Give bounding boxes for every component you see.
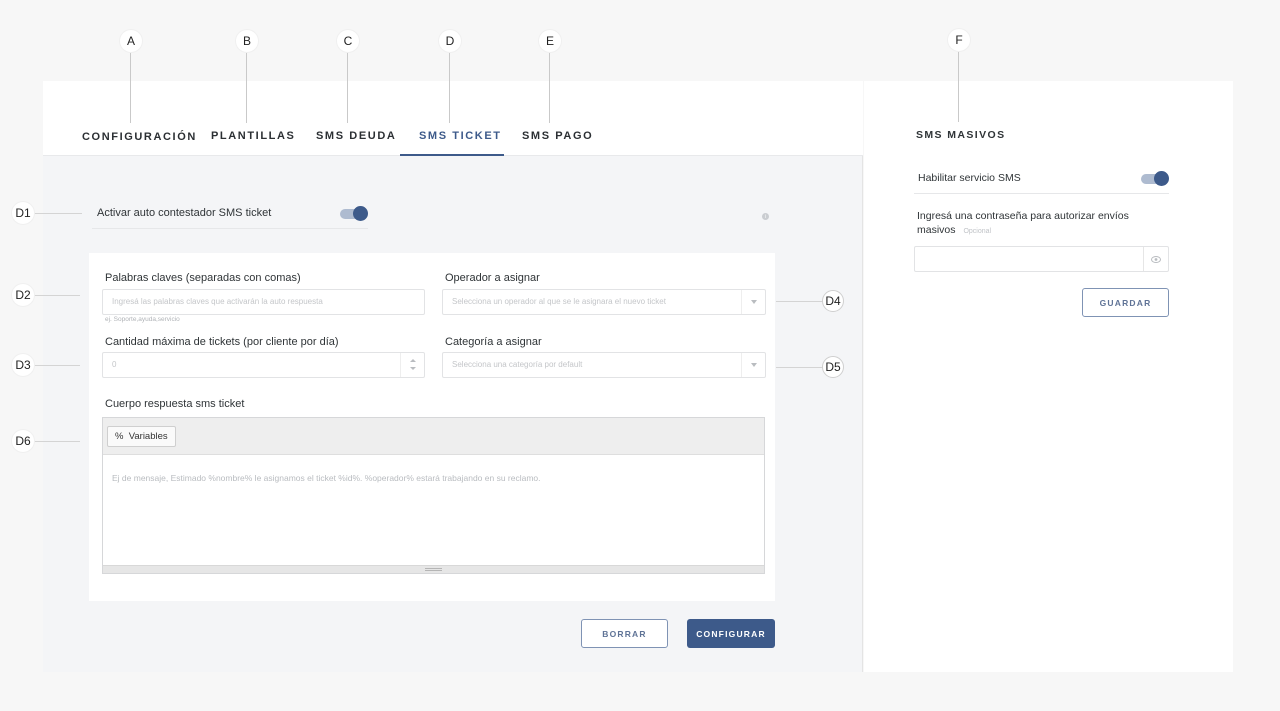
tab-sms-deuda[interactable]: SMS DEUDA	[316, 130, 396, 156]
tab-plantillas[interactable]: PLANTILLAS	[211, 130, 295, 156]
enable-sms-label: Habilitar servicio SMS	[918, 172, 1021, 184]
marker-d2-line	[34, 295, 80, 296]
auto-reply-toggle-knob	[353, 206, 368, 221]
tab-configuracion[interactable]: CONFIGURACIÓN	[82, 131, 197, 156]
keywords-label: Palabras claves (separadas con comas)	[105, 272, 301, 284]
max-tickets-label: Cantidad máxima de tickets (por cliente …	[105, 336, 339, 348]
marker-d3: D3	[12, 354, 34, 376]
mass-sms-card: SMS MASIVOS Habilitar servicio SMS Ingre…	[864, 81, 1233, 672]
password-input[interactable]	[914, 246, 1169, 272]
password-label: Ingresá una contraseña para autorizar en…	[917, 209, 1157, 239]
max-tickets-value: 0	[112, 360, 117, 369]
info-icon[interactable]: i	[762, 213, 769, 220]
marker-d5: D5	[822, 356, 844, 378]
marker-d6: D6	[12, 430, 34, 452]
marker-d4: D4	[822, 290, 844, 312]
chevron-down-icon	[750, 300, 757, 304]
marker-f-line	[958, 52, 959, 122]
variables-button-label: Variables	[128, 431, 168, 442]
optional-tag: Opcional	[963, 228, 992, 235]
category-select-placeholder: Selecciona una categoría por default	[452, 360, 583, 369]
marker-d6-line	[34, 441, 80, 442]
max-tickets-stepper[interactable]	[400, 353, 424, 377]
keywords-input[interactable]: Ingresá las palabras claves que activará…	[102, 289, 425, 315]
marker-e-line	[549, 53, 550, 123]
enable-sms-toggle-knob	[1154, 171, 1169, 186]
marker-d-line	[449, 53, 450, 123]
marker-b-line	[246, 53, 247, 123]
marker-f: F	[948, 29, 970, 51]
body-editor-placeholder: Ej de mensaje, Estimado %nombre% le asig…	[112, 473, 541, 483]
tab-sms-pago[interactable]: SMS PAGO	[522, 130, 593, 156]
tab-sms-ticket[interactable]: SMS TICKET	[400, 121, 504, 156]
marker-d4-line	[776, 301, 823, 302]
operator-label: Operador a asignar	[445, 272, 540, 284]
percent-icon: %	[115, 431, 124, 442]
keywords-hint: ej. Soporte,ayuda,servicio	[105, 316, 180, 323]
marker-d2: D2	[12, 284, 34, 306]
marker-d1: D1	[12, 202, 34, 224]
category-label: Categoría a asignar	[445, 336, 542, 348]
configure-button[interactable]: CONFIGURAR	[687, 619, 775, 648]
variables-button[interactable]: % Variables	[107, 426, 176, 447]
eye-icon	[1151, 255, 1161, 263]
clear-button[interactable]: BORRAR	[581, 619, 668, 648]
marker-a-line	[130, 53, 131, 123]
enable-sms-divider	[914, 193, 1169, 194]
marker-a: A	[120, 30, 142, 52]
enable-sms-toggle[interactable]	[1141, 171, 1169, 186]
marker-d1-line	[34, 213, 82, 214]
max-tickets-input[interactable]: 0	[102, 352, 425, 378]
password-label-text: Ingresá una contraseña para autorizar en…	[917, 210, 1129, 236]
category-select-arrow	[741, 353, 765, 377]
marker-d: D	[439, 30, 461, 52]
tab-sms-ticket-label: SMS TICKET	[419, 130, 502, 142]
sms-ticket-settings-card: CONFIGURACIÓN PLANTILLAS SMS DEUDA SMS T…	[43, 81, 863, 672]
ticket-form-panel: Palabras claves (separadas con comas) In…	[89, 253, 775, 601]
body-editor-toolbar: % Variables	[103, 418, 764, 455]
operator-select[interactable]: Selecciona un operador al que se le asig…	[442, 289, 766, 315]
marker-c-line	[347, 53, 348, 123]
body-editor[interactable]: % Variables Ej de mensaje, Estimado %nom…	[102, 417, 765, 574]
mass-sms-title: SMS MASIVOS	[916, 129, 1006, 141]
category-select[interactable]: Selecciona una categoría por default	[442, 352, 766, 378]
marker-e: E	[539, 30, 561, 52]
chevron-down-icon	[750, 363, 757, 367]
settings-tabs: CONFIGURACIÓN PLANTILLAS SMS DEUDA SMS T…	[43, 81, 863, 156]
save-button[interactable]: GUARDAR	[1082, 288, 1169, 317]
marker-c: C	[337, 30, 359, 52]
marker-d5-line	[776, 367, 823, 368]
auto-reply-toggle[interactable]	[340, 206, 368, 221]
body-label: Cuerpo respuesta sms ticket	[105, 398, 245, 410]
editor-resize-handle[interactable]	[103, 565, 764, 573]
stepper-up-icon[interactable]	[410, 359, 416, 362]
auto-reply-label: Activar auto contestador SMS ticket	[97, 207, 272, 219]
operator-select-arrow	[741, 290, 765, 314]
stepper-down-icon[interactable]	[410, 367, 416, 370]
grip-line-icon	[425, 568, 442, 569]
marker-b: B	[236, 30, 258, 52]
show-password-toggle[interactable]	[1143, 247, 1168, 271]
auto-reply-divider	[92, 228, 368, 229]
marker-d3-line	[34, 365, 80, 366]
grip-line-icon	[425, 570, 442, 571]
operator-select-placeholder: Selecciona un operador al que se le asig…	[452, 297, 666, 306]
